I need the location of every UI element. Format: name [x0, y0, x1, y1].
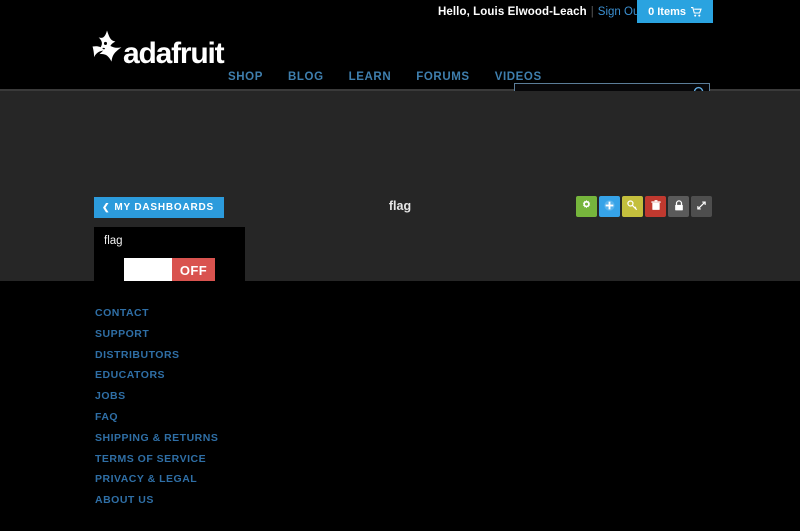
cart-label: 0 Items: [648, 5, 686, 18]
nav-item-blog[interactable]: BLOG: [288, 71, 324, 83]
footer-link-faq[interactable]: FAQ: [95, 407, 218, 428]
separator-1: |: [590, 5, 594, 18]
plus-icon: [604, 199, 615, 214]
footer-link-educators[interactable]: EDUCATORS: [95, 365, 218, 386]
nav-links: SHOP BLOG LEARN FORUMS VIDEOS: [228, 71, 542, 83]
nav-item-forums[interactable]: FORUMS: [416, 71, 469, 83]
key-icon: [627, 199, 638, 214]
toggle-state-label[interactable]: OFF: [172, 258, 215, 283]
lock-icon: [674, 199, 684, 214]
trash-icon: [650, 199, 661, 214]
footer-link-about-us[interactable]: ABOUT US: [95, 490, 218, 511]
logo-wordmark: adafruit: [123, 37, 225, 70]
footer-link-privacy-legal[interactable]: PRIVACY & LEGAL: [95, 469, 218, 490]
cart-button[interactable]: 0 Items: [637, 0, 713, 23]
footer-links: CONTACT SUPPORT DISTRIBUTORS EDUCATORS J…: [95, 303, 218, 511]
toggle-switch-flag[interactable]: OFF: [124, 258, 215, 283]
footer-link-contact[interactable]: CONTACT: [95, 303, 218, 324]
sign-out-link[interactable]: Sign Out: [598, 6, 643, 18]
dashboard-area: ❮ MY DASHBOARDS flag flag OFF: [0, 91, 800, 313]
site-footer: CONTACT SUPPORT DISTRIBUTORS EDUCATORS J…: [0, 281, 800, 531]
footer-link-distributors[interactable]: DISTRIBUTORS: [95, 345, 218, 366]
expand-icon: [696, 199, 707, 214]
shopping-cart-icon: [691, 6, 702, 17]
add-block-button[interactable]: [599, 196, 620, 217]
key-button[interactable]: [622, 196, 643, 217]
footer-link-shipping-returns[interactable]: SHIPPING & RETURNS: [95, 428, 218, 449]
nav-item-shop[interactable]: SHOP: [228, 71, 263, 83]
greeting-text: Hello, Louis Elwood-Leach: [437, 5, 587, 18]
nav-item-learn[interactable]: LEARN: [349, 71, 392, 83]
footer-link-support[interactable]: SUPPORT: [95, 324, 218, 345]
footer-link-jobs[interactable]: JOBS: [95, 386, 218, 407]
main-navigation-bar: adafruit SHOP BLOG LEARN FORUMS VIDEOS: [0, 23, 800, 102]
block-title: flag: [104, 235, 123, 247]
dashboard-toolbar: [576, 196, 712, 217]
lock-button[interactable]: [668, 196, 689, 217]
toggle-knob[interactable]: [124, 258, 172, 283]
top-utility-bar: Hello, Louis Elwood-Leach | Sign Out | M…: [0, 0, 800, 23]
fullscreen-button[interactable]: [691, 196, 712, 217]
delete-button[interactable]: [645, 196, 666, 217]
footer-link-terms-of-service[interactable]: TERMS OF SERVICE: [95, 449, 218, 470]
adafruit-flower-logo: [88, 29, 127, 67]
nav-item-videos[interactable]: VIDEOS: [495, 71, 542, 83]
site-logo[interactable]: adafruit: [88, 29, 227, 70]
settings-button[interactable]: [576, 196, 597, 217]
gear-icon: [581, 199, 592, 214]
